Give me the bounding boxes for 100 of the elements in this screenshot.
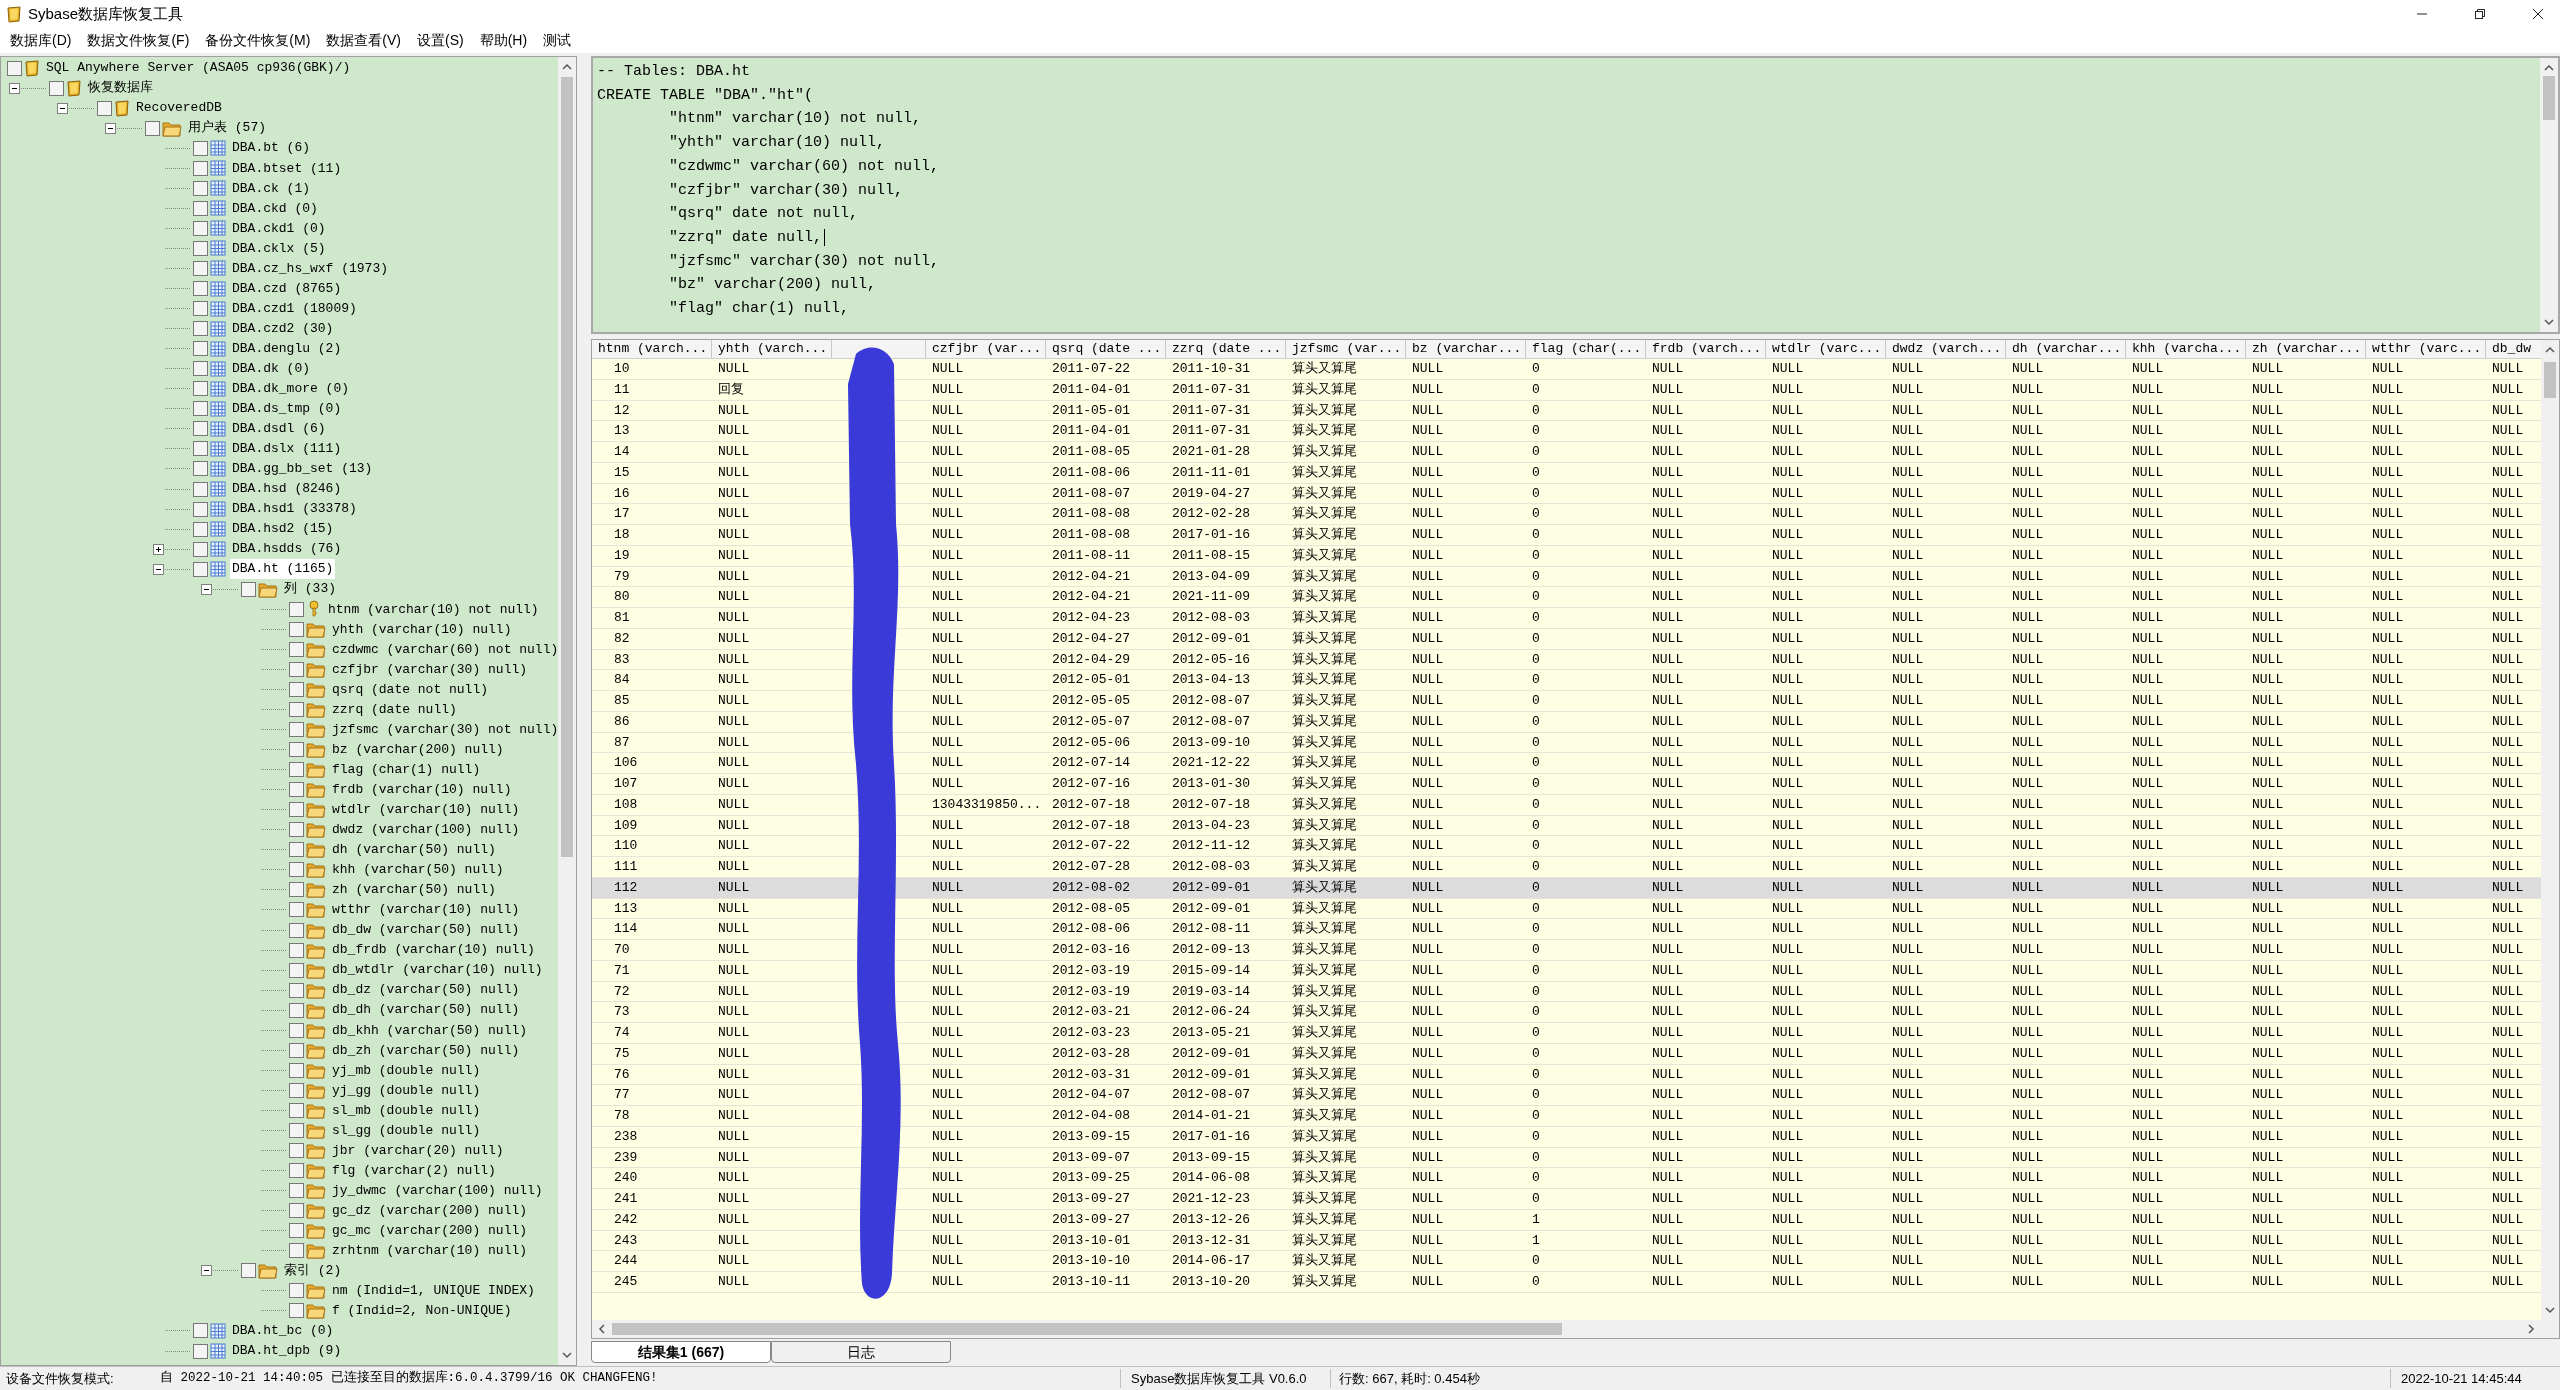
- column-header[interactable]: wtdlr (varc...: [1766, 340, 1886, 358]
- tree-item[interactable]: htnm (varchar(10) not null): [326, 599, 541, 620]
- tree-item[interactable]: bz (varchar(200) null): [330, 739, 506, 760]
- tree-item[interactable]: DBA.ht_bc (0): [230, 1321, 336, 1341]
- scroll-thumb[interactable]: [612, 1323, 1562, 1335]
- tree-checkbox[interactable]: [289, 842, 304, 858]
- tree-item[interactable]: DBA.hsd1 (33378): [230, 499, 359, 519]
- tree-item[interactable]: DBA.czd2 (30): [230, 318, 336, 339]
- tree-checkbox[interactable]: [289, 782, 304, 798]
- tree-item[interactable]: DBA.hsd2 (15): [230, 519, 336, 539]
- tree-item[interactable]: sl_gg (double null): [330, 1120, 483, 1141]
- column-header[interactable]: qsrq (date ...: [1046, 340, 1166, 358]
- tree-checkbox[interactable]: [289, 1062, 304, 1078]
- tree-checkbox[interactable]: [289, 621, 304, 637]
- tree-checkbox[interactable]: [241, 1263, 256, 1279]
- tree-checkbox[interactable]: [289, 601, 304, 617]
- collapse-icon[interactable]: [201, 583, 212, 595]
- tree-checkbox[interactable]: [193, 401, 208, 417]
- tree-checkbox[interactable]: [289, 1123, 304, 1138]
- tree-checkbox[interactable]: [7, 60, 22, 76]
- horizontal-scrollbar[interactable]: [592, 1320, 2559, 1338]
- tree-checkbox[interactable]: [193, 501, 208, 517]
- tree-item[interactable]: jzfsmc (varchar(30) not null): [330, 719, 558, 740]
- tree-item[interactable]: RecoveredDB: [134, 98, 224, 118]
- tree-item[interactable]: czdwmc (varchar(60) not null): [330, 639, 558, 660]
- column-header[interactable]: zh (varchar...: [2246, 340, 2366, 358]
- tree-item[interactable]: db_dz (varchar(50) null): [330, 980, 522, 1000]
- result-tab[interactable]: 日志: [771, 1341, 951, 1363]
- column-header[interactable]: wtthr (varc...: [2366, 340, 2486, 358]
- tree-checkbox[interactable]: [193, 421, 208, 437]
- tree-checkbox[interactable]: [289, 1163, 304, 1179]
- tree-checkbox[interactable]: [289, 1143, 304, 1159]
- tree-checkbox[interactable]: [193, 140, 208, 156]
- tree-checkbox[interactable]: [289, 1042, 304, 1058]
- column-header[interactable]: khh (varcha...: [2126, 340, 2246, 358]
- tree-item[interactable]: 索引 (2): [282, 1261, 344, 1281]
- tree-item[interactable]: zh (varchar(50) null): [330, 880, 498, 900]
- restore-icon[interactable]: [2474, 8, 2486, 20]
- tree-item[interactable]: f (Indid=2, Non-UNIQUE): [330, 1301, 514, 1321]
- tree-checkbox[interactable]: [49, 80, 64, 96]
- tree-checkbox[interactable]: [289, 1203, 304, 1219]
- tree-checkbox[interactable]: [289, 1082, 304, 1098]
- tree-checkbox[interactable]: [289, 1183, 304, 1199]
- scroll-up-icon[interactable]: [2545, 346, 2555, 354]
- tree-checkbox[interactable]: [193, 180, 208, 196]
- tree-item[interactable]: jy_dwmc (varchar(100) null): [330, 1180, 545, 1201]
- tree-item[interactable]: DBA.hsdds (76): [230, 539, 344, 559]
- tree-item[interactable]: DBA.czd1 (18009): [230, 298, 359, 319]
- tree-item[interactable]: gc_dz (varchar(200) null): [330, 1200, 530, 1221]
- tree-item[interactable]: nm (Indid=1, UNIQUE INDEX): [330, 1281, 537, 1301]
- tree-checkbox[interactable]: [193, 240, 208, 256]
- tree-checkbox[interactable]: [289, 1223, 304, 1239]
- tree-checkbox[interactable]: [193, 160, 208, 176]
- tree-item[interactable]: DBA.czd (8765): [230, 278, 344, 299]
- tree-item[interactable]: DBA.ck (1): [230, 178, 312, 199]
- tree-checkbox[interactable]: [193, 361, 208, 377]
- tree-item[interactable]: dh (varchar(50) null): [330, 840, 498, 860]
- tree-checkbox[interactable]: [289, 1243, 304, 1259]
- tree-checkbox[interactable]: [193, 261, 208, 276]
- tree-item[interactable]: zrhtnm (varchar(10) null): [330, 1241, 530, 1261]
- tree-item[interactable]: DBA.btset (11): [230, 158, 344, 178]
- tree-item[interactable]: DBA.ht_dpb (9): [230, 1341, 344, 1361]
- collapse-icon[interactable]: [9, 82, 20, 94]
- tree-checkbox[interactable]: [289, 1022, 304, 1038]
- tree-item[interactable]: yhth (varchar(10) null): [330, 619, 514, 640]
- column-header[interactable]: czfjbr (var...: [926, 340, 1046, 358]
- column-header[interactable]: jzfsmc (var...: [1286, 340, 1406, 358]
- tree-item[interactable]: flg (varchar(2) null): [330, 1160, 498, 1181]
- tree-item[interactable]: DBA.ckd (0): [230, 198, 320, 219]
- tree-checkbox[interactable]: [193, 481, 208, 497]
- tree-item[interactable]: gc_mc (varchar(200) null): [330, 1221, 530, 1241]
- column-header[interactable]: yhth (varch...: [712, 340, 832, 358]
- tree-item[interactable]: DBA.bt (6): [230, 138, 312, 158]
- scroll-down-icon[interactable]: [2544, 318, 2554, 326]
- tree-checkbox[interactable]: [193, 561, 208, 577]
- tree-scrollbar[interactable]: [558, 57, 576, 1365]
- result-tab[interactable]: 结果集1 (667): [591, 1341, 771, 1363]
- tree-item[interactable]: zzrq (date null): [330, 699, 459, 720]
- tree-item[interactable]: DBA.denglu (2): [230, 338, 344, 359]
- tree-checkbox[interactable]: [193, 441, 208, 457]
- tree-item[interactable]: wtthr (varchar(10) null): [330, 900, 522, 920]
- tree-checkbox[interactable]: [289, 681, 304, 697]
- scroll-up-icon[interactable]: [562, 63, 572, 71]
- menu-item[interactable]: 帮助(H): [473, 30, 534, 51]
- tree-checkbox[interactable]: [289, 922, 304, 938]
- tree-item[interactable]: DBA.ckd1 (0): [230, 218, 328, 239]
- tree-item[interactable]: DBA.dk_more (0): [230, 379, 352, 399]
- tree-checkbox[interactable]: [193, 301, 208, 317]
- tree-item[interactable]: yj_mb (double null): [330, 1060, 483, 1081]
- scroll-right-icon[interactable]: [2527, 1324, 2535, 1334]
- tree-checkbox[interactable]: [289, 962, 304, 978]
- tree-item[interactable]: dwdz (varchar(100) null): [330, 820, 522, 840]
- tree-item[interactable]: czfjbr (varchar(30) null): [330, 659, 530, 680]
- tree-checkbox[interactable]: [289, 661, 304, 677]
- scroll-thumb[interactable]: [2543, 76, 2555, 120]
- tree-item[interactable]: db_zh (varchar(50) null): [330, 1040, 522, 1061]
- scroll-thumb[interactable]: [561, 77, 573, 857]
- scroll-up-icon[interactable]: [2544, 64, 2554, 72]
- tree-item[interactable]: DBA.hsd (8246): [230, 479, 344, 499]
- tree-checkbox[interactable]: [289, 742, 304, 758]
